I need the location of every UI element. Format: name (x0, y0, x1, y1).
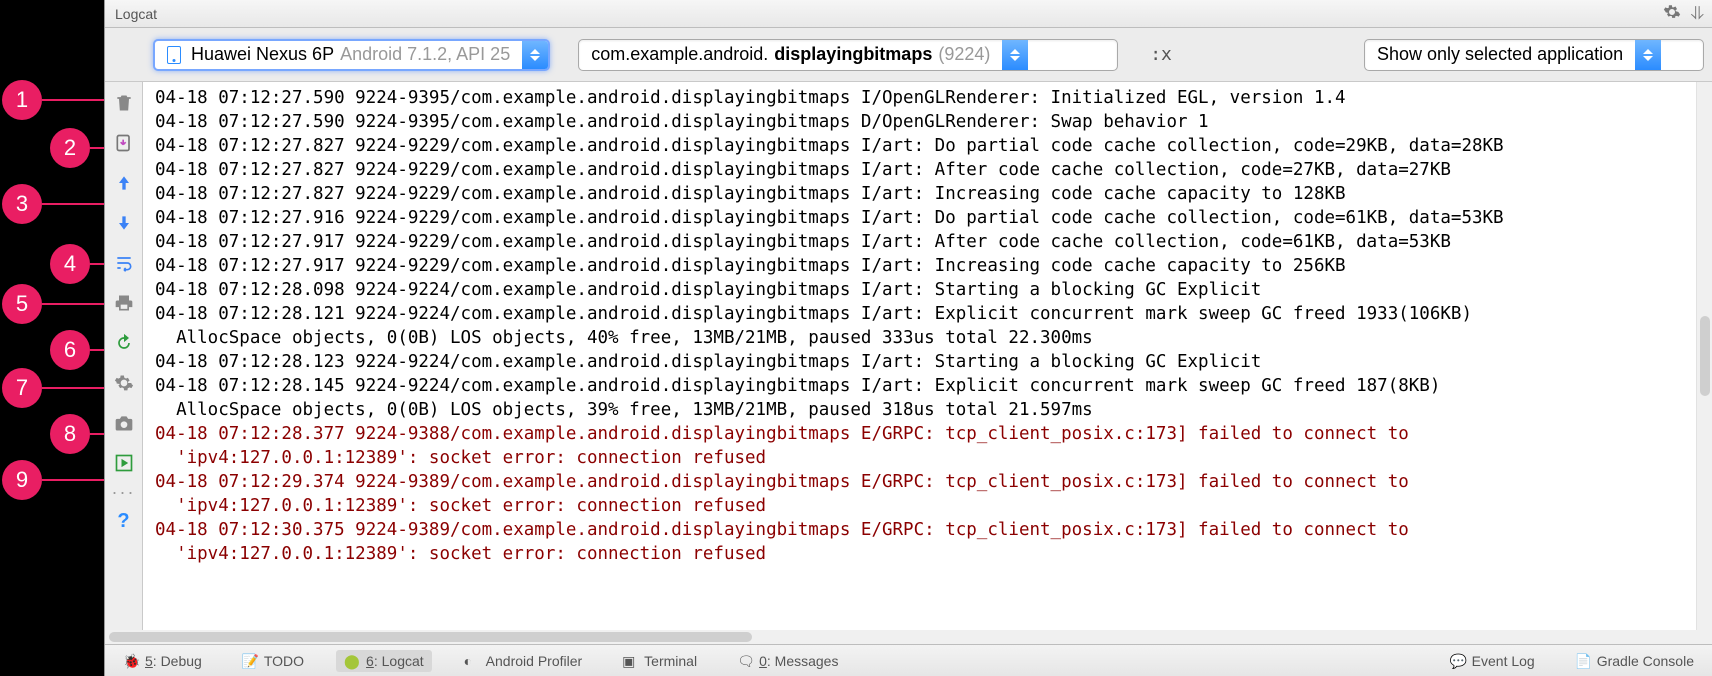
up-stack-button[interactable] (109, 168, 139, 198)
log-line: 04-18 07:12:29.374 9224-9389/com.example… (155, 470, 1694, 494)
vertical-scrollbar[interactable] (1696, 82, 1712, 630)
filter-scope-selector[interactable]: Show only selected application (1364, 39, 1704, 71)
process-package: com.example.android. (591, 44, 768, 65)
horizontal-scrollbar[interactable] (105, 630, 1712, 644)
log-line: 04-18 07:12:27.590 9224-9395/com.example… (155, 86, 1694, 110)
print-button[interactable] (109, 288, 139, 318)
callout-9: 9 (2, 460, 104, 500)
speech-icon: 💬 (1450, 653, 1466, 669)
logcat-toolbar: ··· ? (105, 82, 143, 630)
screen-record-button[interactable] (109, 448, 139, 478)
log-line: 04-18 07:12:28.123 9224-9224/com.example… (155, 350, 1694, 374)
process-pid: (9224) (938, 44, 990, 65)
restart-button[interactable] (109, 328, 139, 358)
callout-1: 1 (2, 80, 104, 120)
device-selector[interactable]: Huawei Nexus 6P Android 7.1.2, API 25 (153, 39, 550, 71)
screenshot-button[interactable] (109, 408, 139, 438)
help-button[interactable]: ? (109, 506, 139, 536)
log-line: 04-18 07:12:27.917 9224-9229/com.example… (155, 254, 1694, 278)
logcat-panel: Logcat ⥥ Huawei Nexus 6P Android 7.1.2, … (104, 0, 1712, 676)
log-line: 04-18 07:12:27.916 9224-9229/com.example… (155, 206, 1694, 230)
panel-title: Logcat (115, 6, 157, 22)
clear-log-button[interactable] (109, 88, 139, 118)
filter-scope-label: Show only selected application (1377, 44, 1623, 65)
android-icon: ⬤ (344, 653, 360, 669)
log-line: 04-18 07:12:28.145 9224-9224/com.example… (155, 374, 1694, 398)
log-line: 04-18 07:12:27.917 9224-9229/com.example… (155, 230, 1694, 254)
log-line: 04-18 07:12:27.827 9224-9229/com.example… (155, 182, 1694, 206)
tab-messages[interactable]: 🗨 0: Messages (729, 650, 846, 672)
log-line: 04-18 07:12:28.121 9224-9224/com.example… (155, 302, 1694, 326)
filter-bar: Huawei Nexus 6P Android 7.1.2, API 25 co… (105, 28, 1712, 82)
log-line: 04-18 07:12:27.590 9224-9395/com.example… (155, 110, 1694, 134)
log-line: 04-18 07:12:30.375 9224-9389/com.example… (155, 518, 1694, 542)
tab-gradle-console[interactable]: 📄 Gradle Console (1567, 650, 1702, 672)
terminal-icon: ▣ (622, 653, 638, 669)
log-line: AllocSpace objects, 0(0B) LOS objects, 3… (155, 398, 1694, 422)
callout-2: 2 (50, 128, 104, 168)
settings-button[interactable] (109, 368, 139, 398)
bottom-tool-tabs: 🐞 5: Debug 📝 TODO ⬤ 6: Logcat ◐ Android … (105, 644, 1712, 676)
tab-debug[interactable]: 🐞 5: Debug (115, 650, 210, 672)
down-stack-button[interactable] (109, 208, 139, 238)
toolbar-overflow[interactable]: ··· (112, 488, 136, 496)
panel-title-bar: Logcat ⥥ (105, 0, 1712, 28)
log-line: 04-18 07:12:28.377 9224-9388/com.example… (155, 422, 1694, 446)
annotation-callouts: 123456789 (0, 0, 104, 676)
tab-android-profiler[interactable]: ◐ Android Profiler (456, 650, 591, 672)
chevron-updown-icon (1002, 40, 1028, 70)
log-line: 'ipv4:127.0.0.1:12389': socket error: co… (155, 494, 1694, 518)
callout-5: 5 (2, 284, 104, 324)
hide-icon[interactable]: ⥥ (1691, 3, 1704, 24)
gauge-icon: ◐ (464, 653, 480, 669)
callout-6: 6 (50, 330, 104, 370)
tab-terminal[interactable]: ▣ Terminal (614, 650, 705, 672)
soft-wrap-button[interactable] (109, 248, 139, 278)
callout-7: 7 (2, 368, 104, 408)
tab-logcat[interactable]: ⬤ 6: Logcat (336, 650, 432, 672)
chevron-updown-icon (522, 41, 548, 69)
log-line: 'ipv4:127.0.0.1:12389': socket error: co… (155, 446, 1694, 470)
process-app: displayingbitmaps (774, 44, 932, 65)
chevron-updown-icon (1635, 40, 1661, 70)
log-output[interactable]: 04-18 07:12:27.590 9224-9395/com.example… (143, 82, 1696, 630)
tab-event-log[interactable]: 💬 Event Log (1442, 650, 1543, 672)
gear-icon[interactable] (1663, 3, 1681, 24)
callout-8: 8 (50, 414, 104, 454)
scroll-to-end-button[interactable] (109, 128, 139, 158)
device-subtitle: Android 7.1.2, API 25 (340, 44, 510, 65)
log-line: 04-18 07:12:27.827 9224-9229/com.example… (155, 158, 1694, 182)
messages-icon: 🗨 (737, 653, 753, 669)
process-selector[interactable]: com.example.android. displayingbitmaps (9… (578, 39, 1118, 71)
phone-icon (167, 46, 181, 64)
todo-icon: 📝 (242, 653, 258, 669)
log-line: AllocSpace objects, 0(0B) LOS objects, 4… (155, 326, 1694, 350)
device-name: Huawei Nexus 6P (191, 44, 334, 65)
log-line: 04-18 07:12:28.098 9224-9224/com.example… (155, 278, 1694, 302)
callout-4: 4 (50, 244, 104, 284)
log-line: 'ipv4:127.0.0.1:12389': socket error: co… (155, 542, 1694, 566)
callout-3: 3 (2, 184, 104, 224)
gradle-icon: 📄 (1575, 653, 1591, 669)
regex-toggle[interactable]: :x (1146, 44, 1176, 65)
tab-todo[interactable]: 📝 TODO (234, 650, 312, 672)
log-line: 04-18 07:12:27.827 9224-9229/com.example… (155, 134, 1694, 158)
bug-icon: 🐞 (123, 653, 139, 669)
